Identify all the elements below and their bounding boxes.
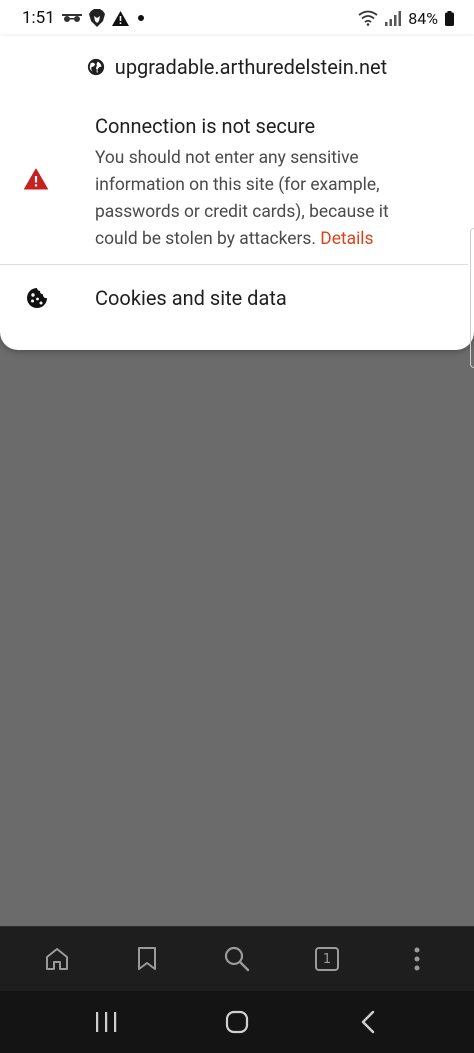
- more-icon: [414, 947, 420, 971]
- search-icon: [224, 946, 250, 972]
- cookie-icon: [27, 288, 47, 308]
- incognito-icon: [61, 12, 82, 24]
- status-bar-right: 84%: [358, 9, 454, 28]
- bookmark-icon: [138, 947, 156, 970]
- recents-icon: [95, 1012, 116, 1032]
- home-icon: [46, 948, 68, 970]
- signal-icon: [385, 10, 402, 26]
- dot-icon: [136, 13, 146, 23]
- globe-icon: [87, 58, 105, 76]
- status-bar: 1:51 84%: [0, 0, 474, 36]
- bookmarks-button[interactable]: [125, 937, 169, 981]
- cookies-and-site-data-row[interactable]: Cookies and site data: [0, 280, 468, 316]
- cookies-label: Cookies and site data: [95, 286, 287, 310]
- connection-description: You should not enter any sensitive infor…: [95, 145, 435, 253]
- clock: 1:51: [22, 8, 55, 28]
- more-menu-button[interactable]: [395, 937, 439, 981]
- home-button[interactable]: [35, 937, 79, 981]
- panel-scroll-edge: [470, 228, 474, 368]
- back-icon: [362, 1010, 375, 1034]
- brave-lion-icon: [88, 9, 105, 27]
- site-domain-row: upgradable.arthuredelstein.net: [0, 52, 474, 82]
- battery-percent: 84%: [408, 8, 438, 28]
- search-button[interactable]: [215, 937, 259, 981]
- system-home-button[interactable]: [207, 997, 267, 1047]
- tabs-icon: 1: [315, 947, 339, 971]
- system-back-button[interactable]: [338, 997, 398, 1047]
- recent-apps-button[interactable]: [76, 997, 136, 1047]
- connection-title: Connection is not secure: [95, 114, 316, 138]
- warning-triangle-icon: [24, 168, 48, 190]
- wifi-icon: [358, 10, 378, 26]
- home-circle-icon: [225, 1010, 249, 1034]
- site-domain: upgradable.arthuredelstein.net: [114, 55, 388, 79]
- browser-bottom-toolbar: 1: [0, 926, 474, 991]
- page-info-panel: upgradable.arthuredelstein.net Connectio…: [0, 36, 474, 368]
- status-bar-left: 1:51: [22, 8, 146, 28]
- battery-icon: [445, 10, 454, 26]
- tabs-button[interactable]: 1: [305, 937, 349, 981]
- system-navigation-bar: [0, 991, 474, 1053]
- warning-icon: [111, 10, 129, 26]
- details-link[interactable]: Details: [320, 229, 373, 249]
- section-divider: [0, 264, 468, 265]
